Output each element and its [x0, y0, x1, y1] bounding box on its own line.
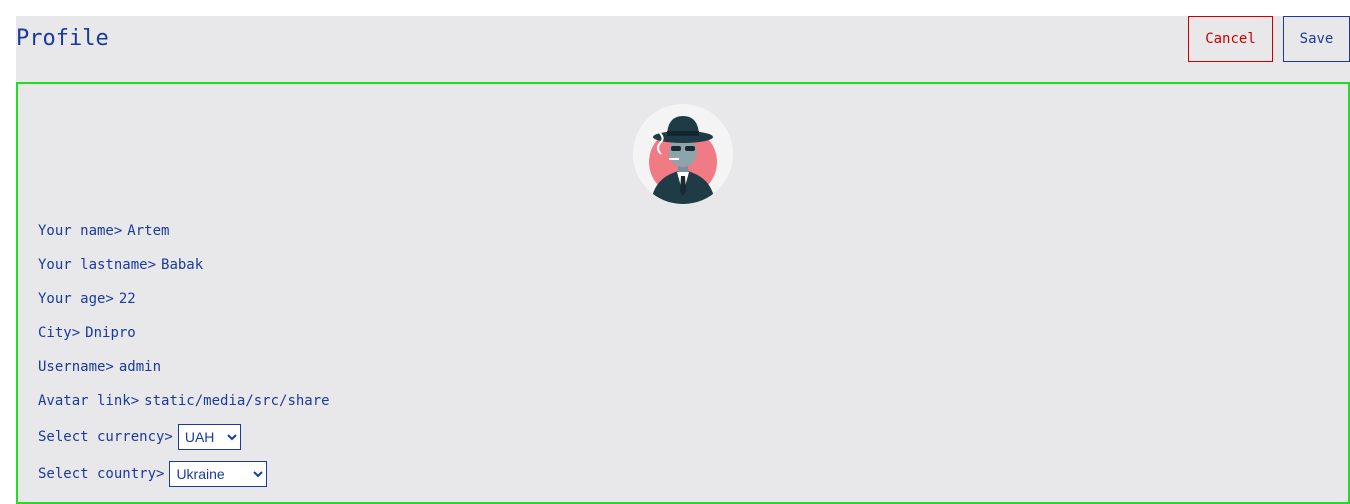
lastname-input[interactable]	[161, 257, 352, 273]
avatar-link-input[interactable]	[144, 393, 335, 409]
username-label: Username>	[38, 359, 114, 375]
country-select[interactable]: Ukraine	[169, 460, 268, 487]
field-lastname: Your lastname>	[38, 248, 352, 282]
field-age: Your age>	[38, 282, 351, 316]
header: Profile Cancel Save	[16, 16, 1350, 82]
field-currency: Select currency> UAH	[38, 418, 351, 455]
profile-fields: Your name> Your lastname> Your age> City…	[38, 214, 352, 492]
city-label: City>	[38, 325, 81, 341]
field-name: Your name>	[38, 214, 351, 248]
profile-panel: Your name> Your lastname> Your age> City…	[16, 82, 1350, 504]
cancel-button[interactable]: Cancel	[1188, 16, 1273, 62]
age-label: Your age>	[38, 291, 114, 307]
username-input[interactable]	[118, 359, 309, 375]
field-avatar-link: Avatar link>	[38, 384, 351, 418]
avatar	[633, 104, 733, 204]
name-label: Your name>	[38, 223, 123, 239]
detective-avatar-icon	[633, 104, 733, 204]
currency-label: Select currency>	[38, 428, 173, 445]
currency-select[interactable]: UAH	[177, 423, 241, 450]
age-input[interactable]	[118, 291, 309, 307]
profile-page: Profile Cancel Save Your name> Artem You…	[16, 16, 1350, 504]
save-button[interactable]: Save	[1283, 16, 1350, 62]
city-input[interactable]	[85, 325, 276, 341]
field-username: Username>	[38, 350, 351, 384]
field-country: Select country> Ukraine	[38, 455, 351, 492]
field-city: City>	[38, 316, 351, 350]
name-input[interactable]	[127, 223, 318, 239]
lastname-label: Your lastname>	[38, 257, 157, 273]
page-title: Profile	[16, 26, 109, 51]
country-label: Select country>	[38, 465, 165, 482]
avatar-link-label: Avatar link>	[38, 393, 140, 409]
